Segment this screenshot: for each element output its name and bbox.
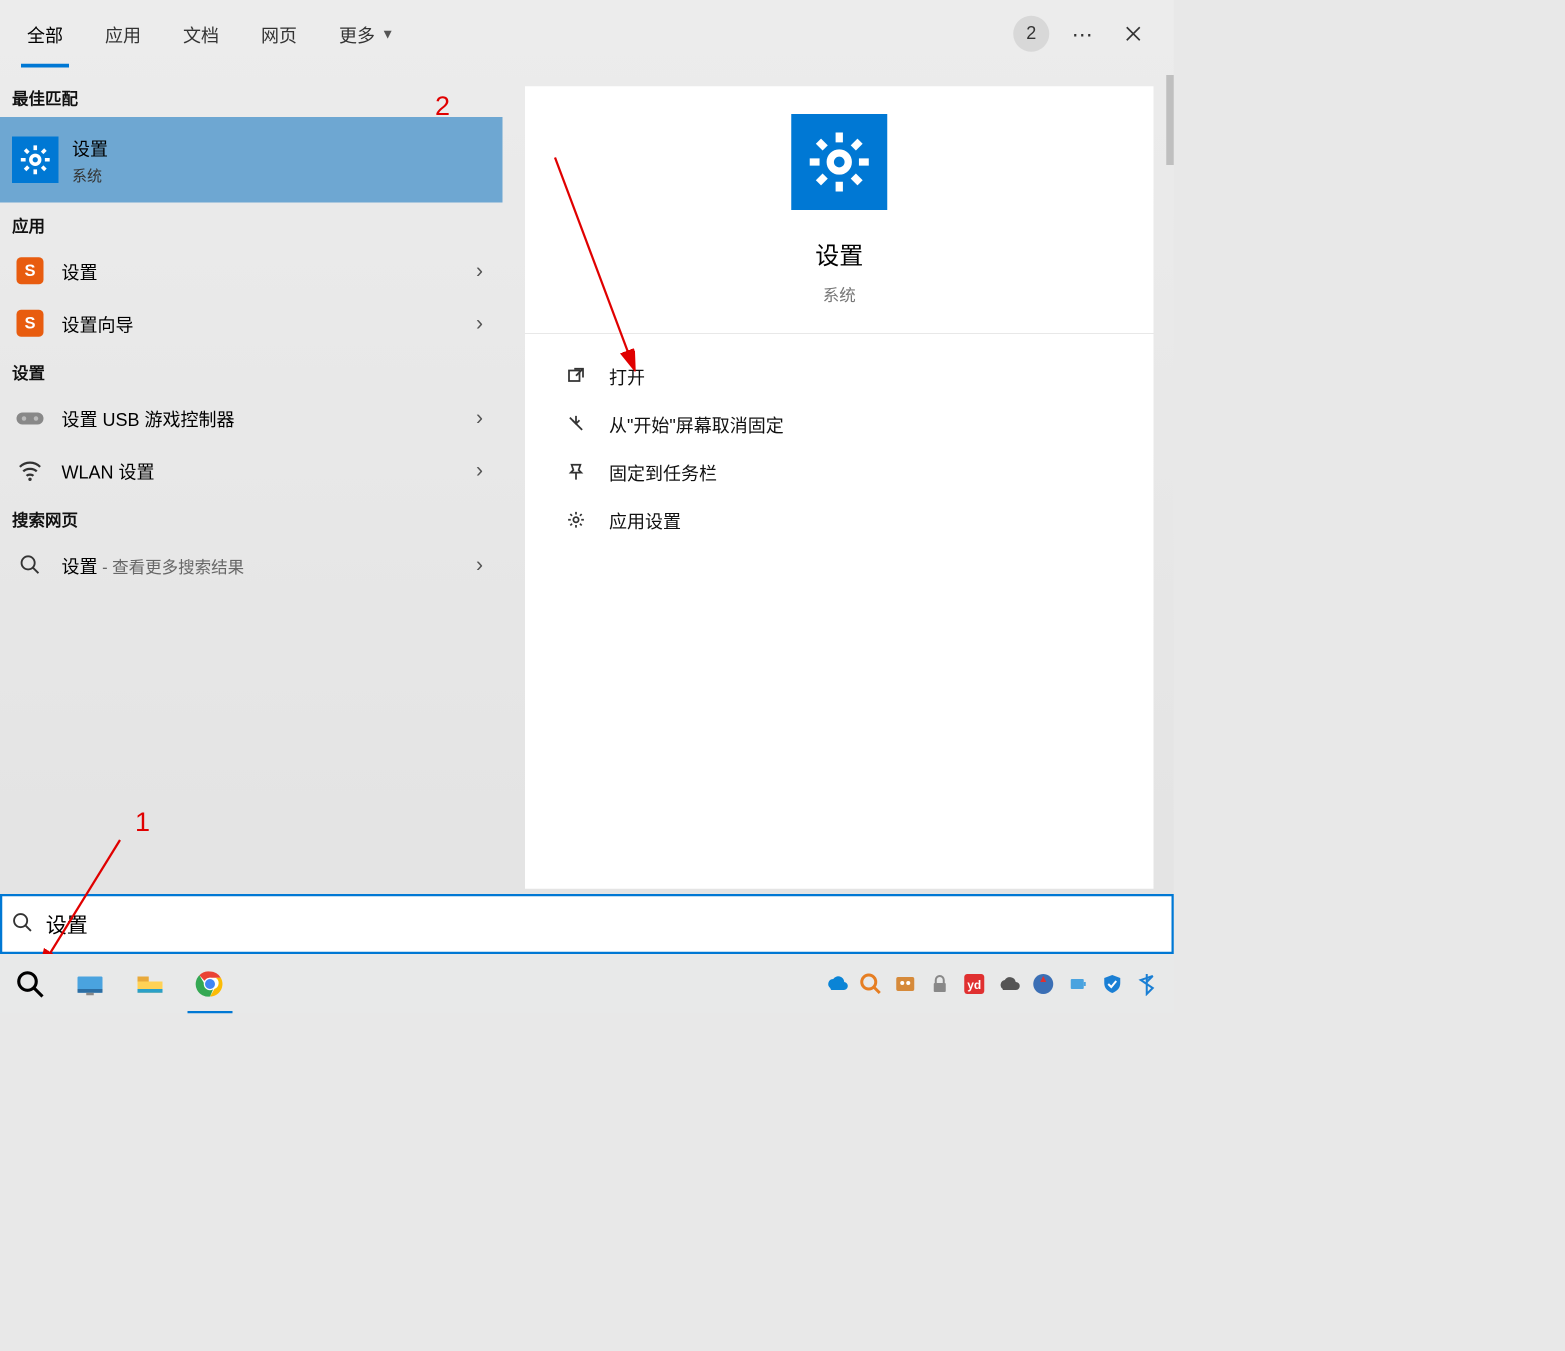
taskview-icon <box>75 969 105 999</box>
taskbar-taskview-button[interactable] <box>60 954 120 1013</box>
taskbar-left <box>0 954 240 1013</box>
chrome-icon <box>195 969 225 999</box>
annotation-arrow-2 <box>0 0 1174 954</box>
taskbar: yd <box>0 954 1174 1013</box>
bluetooth-icon[interactable] <box>1135 972 1159 996</box>
security-icon[interactable] <box>1100 972 1124 996</box>
taskbar-search-button[interactable] <box>0 954 60 1013</box>
lock-icon[interactable] <box>928 972 952 996</box>
taskbar-explorer-button[interactable] <box>120 954 180 1013</box>
taskbar-chrome-button[interactable] <box>180 954 240 1013</box>
system-tray: yd <box>824 972 1174 996</box>
tray-app-icon[interactable] <box>893 972 917 996</box>
svg-text:yd: yd <box>967 978 981 992</box>
tray-app2-icon[interactable] <box>1031 972 1055 996</box>
windows-search-panel: 全部 应用 文档 网页 更多 ▼ 2 ⋯ 最佳匹配 <box>0 0 1174 954</box>
everything-icon[interactable] <box>859 972 883 996</box>
folder-icon <box>135 969 165 999</box>
onedrive-icon[interactable] <box>824 972 848 996</box>
search-icon <box>15 969 45 999</box>
youdao-icon[interactable]: yd <box>962 972 986 996</box>
cloud-icon[interactable] <box>997 972 1021 996</box>
battery-icon[interactable] <box>1066 972 1090 996</box>
